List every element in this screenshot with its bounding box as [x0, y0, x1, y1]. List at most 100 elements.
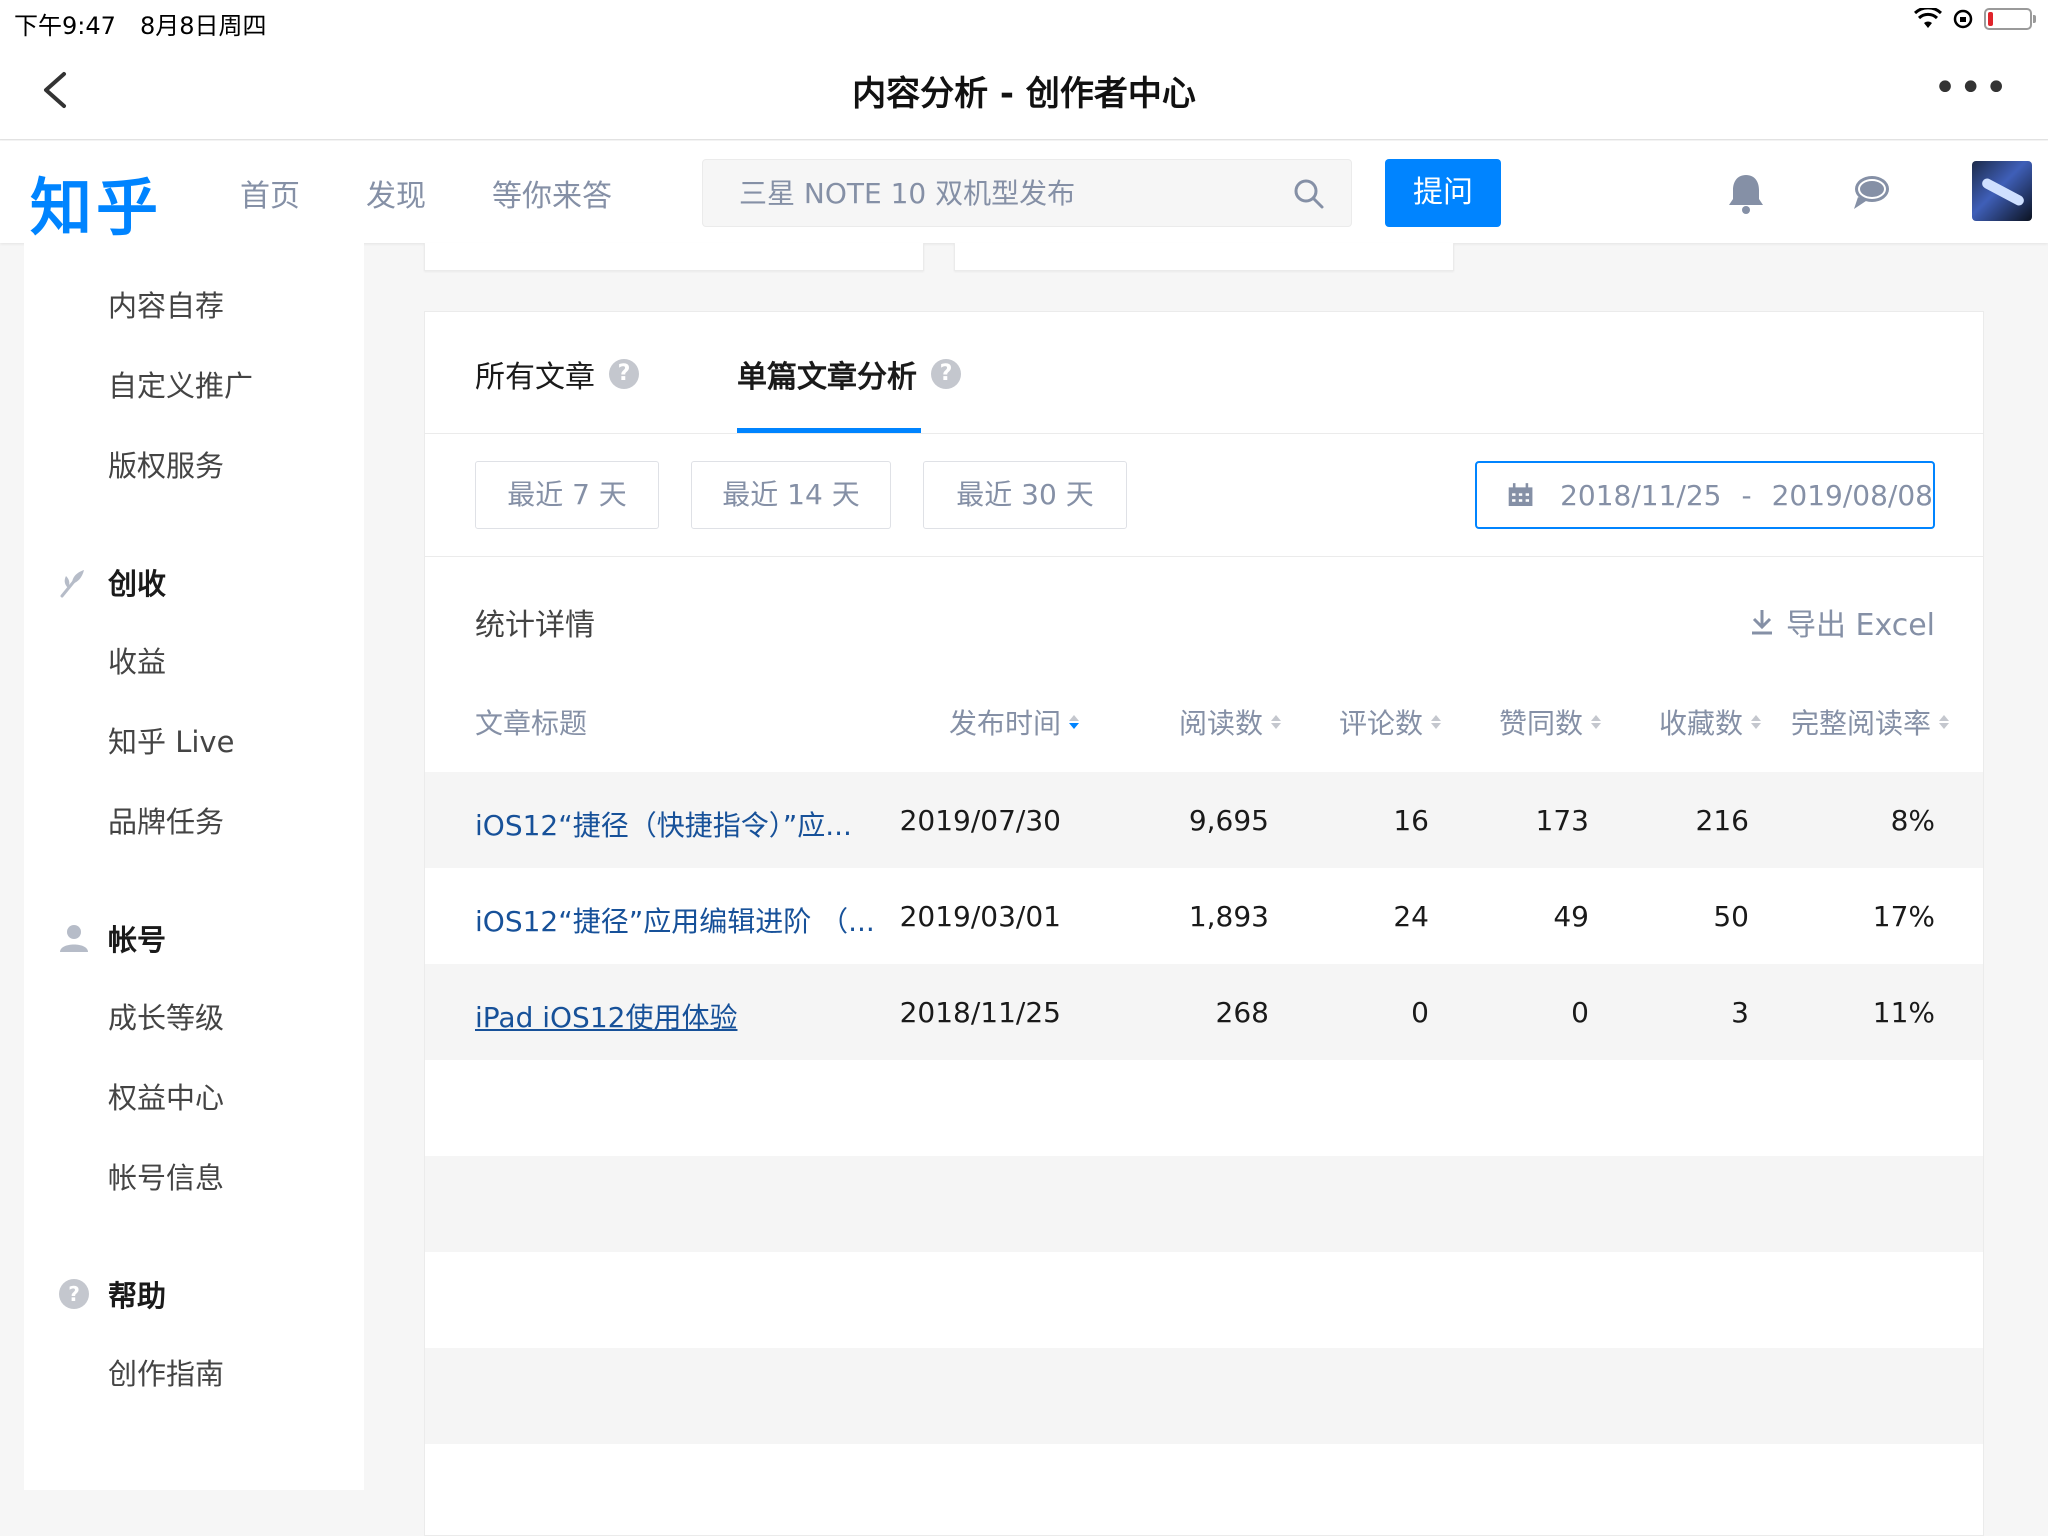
- range-7-days-button[interactable]: 最近 7 天: [475, 461, 659, 529]
- user-avatar[interactable]: [1972, 161, 2032, 221]
- help-icon[interactable]: ?: [609, 359, 639, 389]
- overview-card: [424, 243, 924, 271]
- sidebar-item-creation-guide[interactable]: 创作指南: [108, 1351, 224, 1393]
- sidebar-item-brand-tasks[interactable]: 品牌任务: [108, 799, 224, 841]
- user-icon: [60, 925, 88, 952]
- sidebar-item-account-info[interactable]: 帐号信息: [108, 1155, 224, 1197]
- nav-waiting-answers[interactable]: 等你来答: [492, 171, 612, 215]
- download-icon: [1751, 610, 1772, 635]
- tab-single-article-analysis[interactable]: 单篇文章分析 ?: [737, 352, 961, 396]
- cell-comments: 0: [1411, 996, 1429, 1029]
- zhihu-logo[interactable]: 知乎: [30, 157, 162, 247]
- range-14-days-button[interactable]: 最近 14 天: [691, 461, 891, 529]
- cell-publish-date: 2019/03/01: [899, 900, 1061, 933]
- col-header-title: 文章标题: [475, 702, 587, 742]
- table-row: iPad iOS12使用体验 2018/11/25 268 0 0 3 11%: [425, 964, 1983, 1060]
- cell-favorites: 3: [1731, 996, 1749, 1029]
- article-title-link[interactable]: iOS12“捷径（快捷指令）”应...: [475, 804, 852, 844]
- article-title-link[interactable]: iPad iOS12使用体验: [475, 996, 737, 1036]
- col-label: 赞同数: [1499, 707, 1584, 740]
- col-label: 完整阅读率: [1791, 707, 1932, 740]
- date-range-picker[interactable]: 2018/11/25 - 2019/08/08: [1475, 461, 1935, 529]
- sidebar-section-help[interactable]: ? 帮助: [58, 1273, 166, 1315]
- col-header-completion-rate[interactable]: 完整阅读率: [1791, 702, 1950, 742]
- sidebar-item-copyright[interactable]: 版权服务: [108, 443, 224, 485]
- sidebar-section-title: 帮助: [108, 1279, 167, 1313]
- battery-icon: [1984, 8, 2036, 30]
- creator-sidebar: 内容自荐 自定义推广 版权服务 创收 收益 知乎 Live 品牌任务 帐号 成长…: [24, 243, 364, 1490]
- cell-likes: 49: [1553, 900, 1589, 933]
- content-analysis-panel: 所有文章 ? 单篇文章分析 ? 最近 7 天 最近 14 天 最近 30 天 2…: [424, 311, 1984, 1536]
- sort-icon[interactable]: [1591, 715, 1602, 729]
- tab-label: 单篇文章分析: [737, 360, 917, 395]
- search-box: [702, 159, 1352, 227]
- sort-icon[interactable]: [1939, 715, 1950, 729]
- table-row: iOS12“捷径”应用编辑进阶 （... 2019/03/01 1,893 24…: [425, 868, 1983, 964]
- help-icon[interactable]: ?: [931, 359, 961, 389]
- empty-table-row: [425, 1060, 1983, 1156]
- cell-favorites: 216: [1695, 804, 1749, 837]
- cell-favorites: 50: [1713, 900, 1749, 933]
- cell-publish-date: 2018/11/25: [899, 996, 1061, 1029]
- tab-all-articles[interactable]: 所有文章 ?: [475, 352, 639, 396]
- empty-table-row: [425, 1252, 1983, 1348]
- col-header-comments[interactable]: 评论数: [1339, 702, 1442, 742]
- app-nav-bar: 内容分析 - 创作者中心 •••: [0, 40, 2048, 140]
- article-title-link[interactable]: iOS12“捷径”应用编辑进阶 （...: [475, 900, 875, 940]
- date-range-separator: -: [1741, 478, 1752, 512]
- range-30-days-button[interactable]: 最近 30 天: [923, 461, 1127, 529]
- sidebar-section-title: 帐号: [108, 923, 167, 957]
- active-tab-indicator: [737, 428, 921, 433]
- search-icon[interactable]: [1293, 178, 1325, 210]
- svg-text:?: ?: [68, 1282, 80, 1306]
- table-row: iOS12“捷径（快捷指令）”应... 2019/07/30 9,695 16 …: [425, 772, 1983, 868]
- cell-completion-rate: 17%: [1872, 900, 1935, 933]
- sprout-icon: [60, 570, 84, 598]
- nav-discover[interactable]: 发现: [366, 171, 426, 215]
- empty-table-row: [425, 1156, 1983, 1252]
- sidebar-item-zhihu-live[interactable]: 知乎 Live: [108, 719, 234, 761]
- sort-icon[interactable]: [1431, 715, 1442, 729]
- page-title: 内容分析 - 创作者中心: [852, 74, 1196, 114]
- calendar-icon: [1508, 483, 1533, 507]
- overview-card: [954, 243, 1454, 271]
- col-label: 发布时间: [949, 707, 1062, 740]
- col-header-publish-time[interactable]: 发布时间: [949, 702, 1080, 742]
- sort-icon[interactable]: [1069, 715, 1080, 729]
- date-range-start: 2018/11/25: [1560, 478, 1722, 512]
- status-indicators: [1914, 8, 2036, 30]
- col-header-favorites[interactable]: 收藏数: [1659, 702, 1762, 742]
- stats-table-header: 文章标题 发布时间 阅读数 评论数 赞同数 收藏数 完整阅读率: [425, 702, 1983, 762]
- sort-icon[interactable]: [1751, 715, 1762, 729]
- sidebar-item-benefits[interactable]: 权益中心: [108, 1075, 224, 1117]
- nav-home[interactable]: 首页: [240, 171, 300, 215]
- sidebar-section-monetize[interactable]: 创收: [58, 561, 166, 603]
- sidebar-section-account[interactable]: 帐号: [58, 917, 166, 959]
- ask-question-button[interactable]: 提问: [1385, 159, 1501, 227]
- search-input[interactable]: [703, 160, 1351, 226]
- cell-reads: 9,695: [1188, 804, 1269, 837]
- status-time: 下午9:47: [14, 12, 116, 40]
- cell-likes: 0: [1571, 996, 1589, 1029]
- sidebar-item-growth-level[interactable]: 成长等级: [108, 995, 224, 1037]
- notification-bell-icon[interactable]: [1725, 171, 1767, 215]
- header-nav: 首页 发现 等你来答: [240, 171, 612, 215]
- sidebar-item-earnings[interactable]: 收益: [108, 639, 166, 681]
- col-label: 评论数: [1339, 707, 1424, 740]
- col-label: 收藏数: [1659, 707, 1744, 740]
- messages-icon[interactable]: [1850, 173, 1892, 213]
- col-header-likes[interactable]: 赞同数: [1499, 702, 1602, 742]
- sidebar-item-custom-promotion[interactable]: 自定义推广: [108, 363, 253, 405]
- export-excel-button[interactable]: 导出 Excel: [1750, 600, 1935, 644]
- more-menu-icon[interactable]: •••: [1933, 68, 2010, 108]
- sidebar-section-title: 创收: [108, 567, 167, 601]
- stats-details-title: 统计详情: [475, 608, 595, 643]
- site-header: 知乎 首页 发现 等你来答 提问: [0, 141, 2048, 244]
- help-icon: ?: [59, 1279, 89, 1309]
- sort-icon[interactable]: [1271, 715, 1282, 729]
- col-header-reads[interactable]: 阅读数: [1179, 702, 1282, 742]
- sidebar-item-self-recommend[interactable]: 内容自荐: [108, 283, 224, 325]
- analysis-tabs: 所有文章 ? 单篇文章分析 ?: [425, 312, 1983, 434]
- date-range-end: 2019/08/08: [1771, 478, 1933, 512]
- cell-comments: 16: [1393, 804, 1429, 837]
